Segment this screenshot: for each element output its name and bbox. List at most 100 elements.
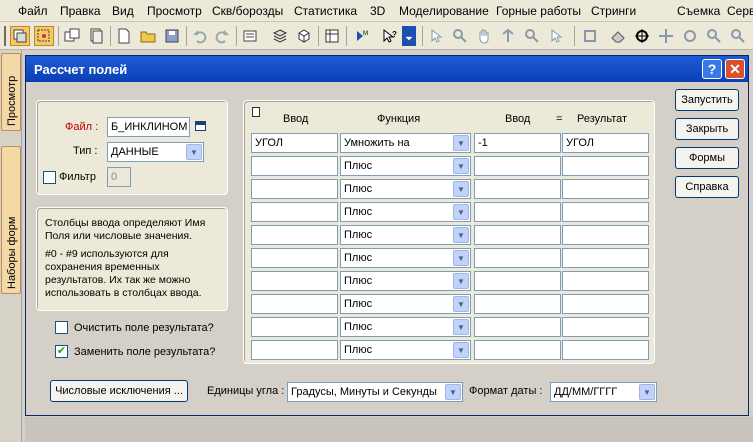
zoom-in-icon[interactable]: [704, 26, 724, 46]
row-input1-field[interactable]: [251, 156, 338, 176]
menu-mining[interactable]: Горные работы: [496, 4, 581, 18]
title-close-button[interactable]: ✕: [725, 59, 745, 79]
dialog-title-bar[interactable]: Рассчет полей ? ✕: [26, 56, 748, 82]
save-icon[interactable]: [162, 26, 182, 46]
menu-preview[interactable]: Просмотр: [147, 4, 202, 18]
chevron-down-icon[interactable]: ▼: [639, 384, 655, 400]
pan-hand-icon[interactable]: [474, 26, 494, 46]
zoom-window-icon[interactable]: [522, 26, 542, 46]
chevron-down-icon[interactable]: ▼: [445, 384, 461, 400]
chevron-down-icon[interactable]: ▼: [453, 158, 469, 174]
menu-drillholes[interactable]: Скв/борозды: [212, 4, 283, 18]
chevron-down-icon[interactable]: ▼: [186, 144, 202, 160]
row-input1-field[interactable]: [251, 271, 338, 291]
row-function-select[interactable]: Плюс ▼: [340, 179, 471, 199]
chevron-down-icon[interactable]: ▼: [453, 250, 469, 266]
macro-run-icon[interactable]: M: [352, 26, 372, 46]
open-folder-icon[interactable]: [138, 26, 158, 46]
tab-preview[interactable]: Просмотр: [1, 53, 21, 131]
menu-edit[interactable]: Правка: [60, 4, 101, 18]
menu-survey[interactable]: Съемка: [677, 4, 720, 18]
zoom-icon[interactable]: [450, 26, 470, 46]
numeric-exceptions-button[interactable]: Числовые исключения ...: [50, 380, 188, 402]
chevron-down-icon[interactable]: ▼: [453, 135, 469, 151]
row-function-select[interactable]: Плюс ▼: [340, 340, 471, 360]
row-input1-field[interactable]: [251, 294, 338, 314]
row-input1-field[interactable]: [251, 248, 338, 268]
erase-icon[interactable]: [608, 26, 628, 46]
angle-units-select[interactable]: Градусы, Минуты и Секунды ▼: [287, 382, 463, 402]
undo-icon[interactable]: [190, 26, 210, 46]
title-help-button[interactable]: ?: [702, 59, 722, 79]
select-dropdown-icon[interactable]: [546, 26, 566, 46]
chevron-down-icon[interactable]: ▼: [453, 319, 469, 335]
toolbar-grip[interactable]: [4, 26, 6, 46]
row-result-field[interactable]: [562, 179, 649, 199]
row-result-field[interactable]: [562, 271, 649, 291]
zoom-out-icon[interactable]: [728, 26, 748, 46]
new-row-icon[interactable]: [252, 107, 260, 117]
row-function-select[interactable]: Плюс ▼: [340, 225, 471, 245]
row-result-field[interactable]: [562, 340, 649, 360]
toolbar-overflow-icon[interactable]: [402, 26, 416, 46]
row-input2-field[interactable]: [474, 294, 561, 314]
row-result-field[interactable]: УГОЛ: [562, 133, 649, 153]
row-function-select[interactable]: Плюс ▼: [340, 294, 471, 314]
row-input2-field[interactable]: [474, 202, 561, 222]
menu-modeling[interactable]: Моделирование: [399, 4, 489, 18]
row-input1-field[interactable]: [251, 317, 338, 337]
tab-form-sets[interactable]: Наборы форм: [1, 146, 21, 294]
clear-result-checkbox[interactable]: [55, 321, 68, 334]
row-result-field[interactable]: [562, 317, 649, 337]
windows-icon[interactable]: [62, 26, 82, 46]
close-button[interactable]: Закрыть: [675, 118, 739, 140]
replace-result-checkbox[interactable]: ✔: [55, 345, 68, 358]
cube-icon[interactable]: [294, 26, 314, 46]
row-input1-field[interactable]: [251, 340, 338, 360]
row-input2-field[interactable]: [474, 179, 561, 199]
filter-field[interactable]: 0: [107, 167, 131, 187]
help-cursor-icon[interactable]: ?: [380, 26, 400, 46]
row-input1-field[interactable]: [251, 225, 338, 245]
row-input2-field[interactable]: [474, 271, 561, 291]
row-input1-field[interactable]: [251, 202, 338, 222]
row-function-select[interactable]: Умножить на ▼: [340, 133, 471, 153]
run-button[interactable]: Запустить: [675, 89, 739, 111]
properties-icon[interactable]: [240, 26, 260, 46]
forms-button[interactable]: Формы: [675, 147, 739, 169]
new-file-icon[interactable]: [114, 26, 134, 46]
file-field[interactable]: Б_ИНКЛИНОМ: [107, 117, 190, 137]
chevron-down-icon[interactable]: ▼: [453, 296, 469, 312]
browse-file-icon[interactable]: [195, 121, 206, 131]
documents-icon[interactable]: [86, 26, 106, 46]
menu-file[interactable]: Файл: [18, 4, 48, 18]
row-result-field[interactable]: [562, 248, 649, 268]
row-input2-field[interactable]: [474, 156, 561, 176]
chevron-down-icon[interactable]: ▼: [453, 227, 469, 243]
chevron-down-icon[interactable]: ▼: [453, 342, 469, 358]
row-input1-field[interactable]: УГОЛ: [251, 133, 338, 153]
row-function-select[interactable]: Плюс ▼: [340, 156, 471, 176]
row-input2-field[interactable]: [474, 248, 561, 268]
rotate-icon[interactable]: [498, 26, 518, 46]
row-result-field[interactable]: [562, 225, 649, 245]
center-icon[interactable]: [680, 26, 700, 46]
row-function-select[interactable]: Плюс ▼: [340, 317, 471, 337]
pointer-icon[interactable]: [426, 26, 446, 46]
menu-statistics[interactable]: Статистика: [294, 4, 357, 18]
type-select[interactable]: ДАННЫЕ ▼: [107, 142, 204, 162]
menu-3d[interactable]: 3D: [370, 4, 385, 18]
row-result-field[interactable]: [562, 294, 649, 314]
row-input2-field[interactable]: [474, 225, 561, 245]
row-function-select[interactable]: Плюс ▼: [340, 271, 471, 291]
filter-checkbox[interactable]: [43, 171, 56, 184]
target-icon[interactable]: [632, 26, 652, 46]
selection-icon[interactable]: [34, 26, 54, 46]
row-input2-field[interactable]: -1: [474, 133, 561, 153]
menu-view[interactable]: Вид: [112, 4, 134, 18]
layers-icon[interactable]: [10, 26, 30, 46]
row-input2-field[interactable]: [474, 317, 561, 337]
row-result-field[interactable]: [562, 202, 649, 222]
move-icon[interactable]: [656, 26, 676, 46]
row-function-select[interactable]: Плюс ▼: [340, 202, 471, 222]
